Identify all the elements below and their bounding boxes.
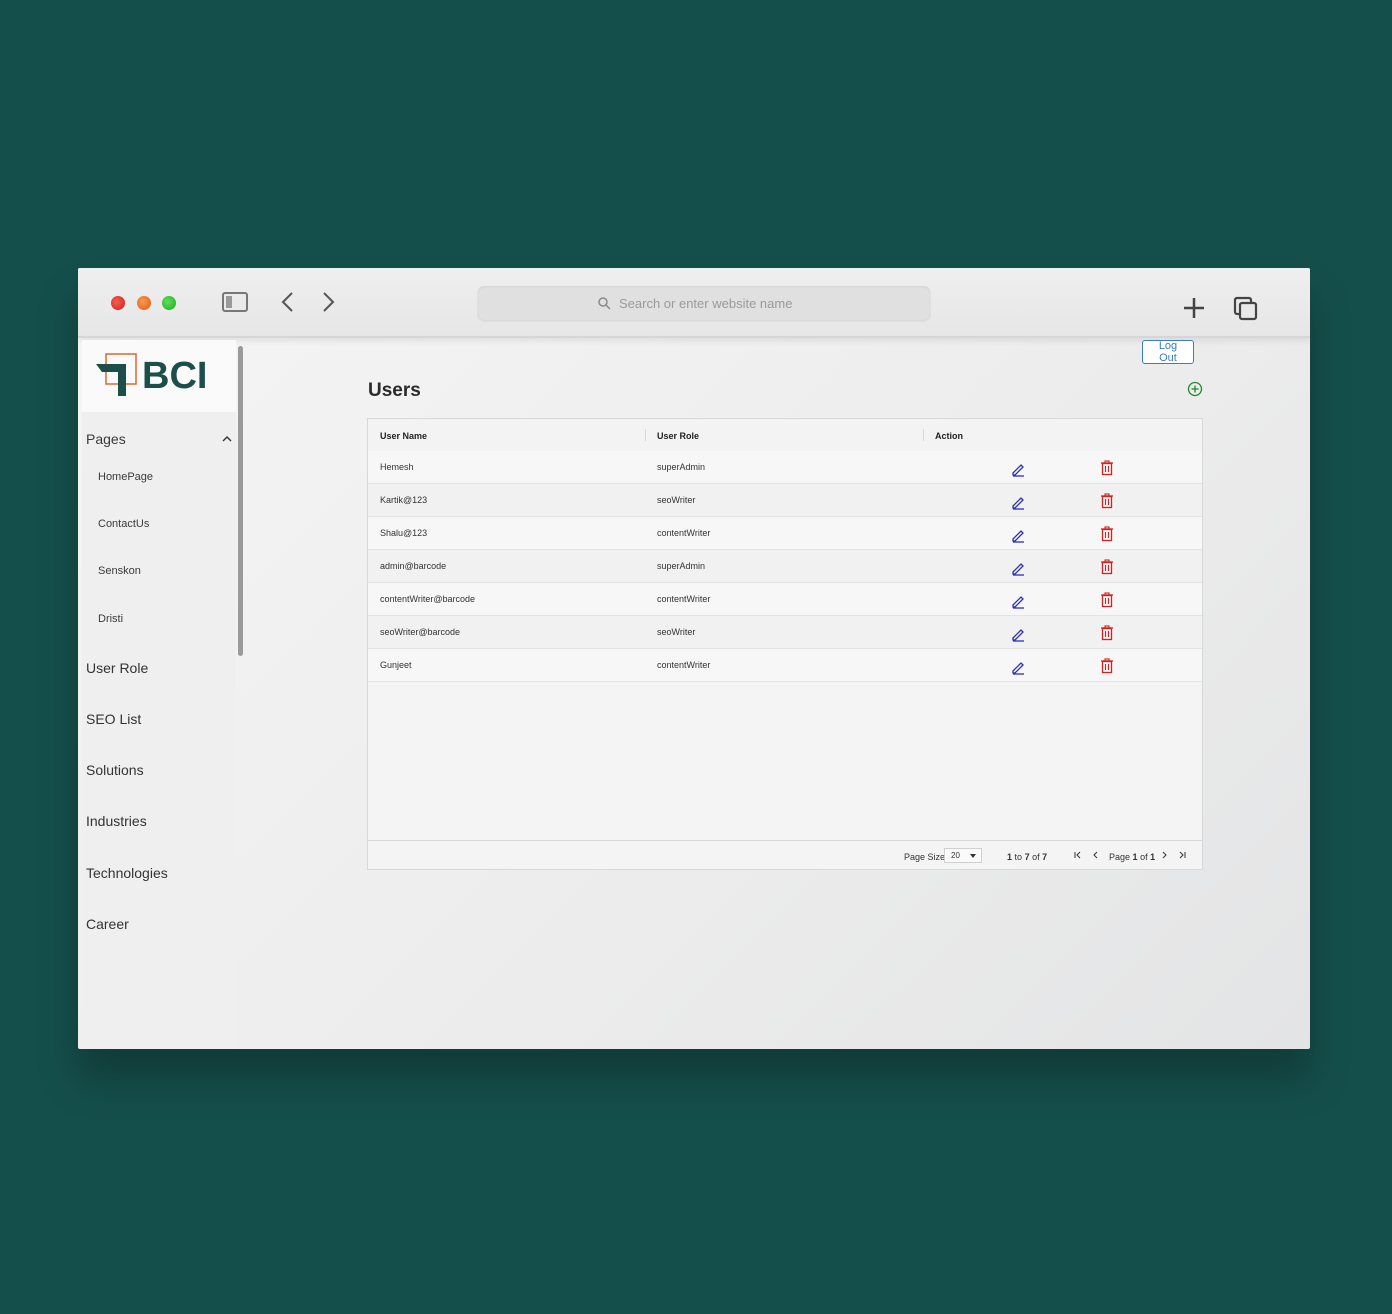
trash-icon[interactable] [1100,493,1114,509]
sidebar-item-dristi[interactable]: Dristi [98,613,123,625]
table-row[interactable]: seoWriter@barcode seoWriter [368,616,1202,649]
minimize-window-button[interactable] [137,296,151,310]
previous-page-icon[interactable] [1092,851,1100,859]
search-input[interactable] [617,294,811,312]
cell-user-role: superAdmin [657,561,706,571]
forward-arrow-icon[interactable] [318,290,338,314]
sidebar-item-homepage[interactable]: HomePage [98,471,153,483]
cell-user-role: seoWriter [657,627,696,637]
range-from: 1 [1007,852,1013,862]
cell-user-role: contentWriter [657,660,711,670]
page-of-label: of [1140,852,1148,862]
cell-user-role: contentWriter [657,528,711,538]
table-pagination: Page Size: 20 1 to 7 of 7 Page 1 of 1 [368,840,1202,871]
last-page-icon[interactable] [1178,851,1186,859]
maximize-window-button[interactable] [162,296,176,310]
page-title: Users [368,380,421,401]
cell-user-name: Shalu@123 [380,528,428,538]
pencil-icon[interactable] [1010,593,1026,609]
search-icon [598,297,611,310]
range-to-label: to [1014,852,1023,862]
logout-button[interactable]: Log Out [1142,340,1194,364]
sidebar-group-label: Pages [86,431,126,447]
address-bar[interactable] [478,286,930,320]
table-header: User Name User Role Action [368,419,1202,452]
column-header-action[interactable]: Action [935,431,963,441]
page-label: Page [1109,852,1131,862]
next-page-icon[interactable] [1160,851,1168,859]
pencil-icon[interactable] [1010,560,1026,576]
brand-logo[interactable]: BCI [82,340,236,412]
sidebar-scrollbar[interactable] [236,340,244,1049]
cell-user-name: Hemesh [380,462,414,472]
page-size-value: 20 [951,851,960,860]
sidebar-item-career[interactable]: Career [86,916,129,932]
browser-toolbar [78,268,1310,338]
trash-icon[interactable] [1100,592,1114,608]
back-arrow-icon[interactable] [278,290,298,314]
column-header-user-role[interactable]: User Role [657,431,699,441]
trash-icon[interactable] [1100,460,1114,476]
page-total: 1 [1150,852,1156,862]
new-tab-icon[interactable] [1182,296,1206,320]
trash-icon[interactable] [1100,658,1114,674]
first-page-icon[interactable] [1074,851,1082,859]
column-separator [923,429,924,441]
sidebar-item-user-role[interactable]: User Role [86,660,148,676]
trash-icon[interactable] [1100,625,1114,641]
sidebar-group-pages[interactable]: Pages [86,428,232,450]
add-user-icon[interactable] [1187,381,1203,397]
cell-user-name: Gunjeet [380,660,412,670]
column-separator [645,429,646,441]
table-row[interactable]: Shalu@123 contentWriter [368,517,1202,550]
page-current: 1 [1132,852,1138,862]
tabs-overview-icon[interactable] [1233,296,1259,322]
sidebar-item-senskon[interactable]: Senskon [98,565,141,577]
pencil-icon[interactable] [1010,626,1026,642]
range-of-label: of [1032,852,1040,862]
cell-user-name: Kartik@123 [380,495,428,505]
pencil-icon[interactable] [1010,527,1026,543]
sidebar-item-solutions[interactable]: Solutions [86,762,144,778]
pencil-icon[interactable] [1010,494,1026,510]
column-header-user-name[interactable]: User Name [380,431,427,441]
pencil-icon[interactable] [1010,659,1026,675]
cell-user-role: contentWriter [657,594,711,604]
logo-text: BCI [142,355,207,397]
scrollbar-thumb[interactable] [238,346,243,656]
range-to: 7 [1024,852,1030,862]
table-row[interactable]: Hemesh superAdmin [368,451,1202,484]
row-range-text: 1 to 7 of 7 [1007,852,1047,862]
table-row[interactable]: admin@barcode superAdmin [368,550,1202,583]
page-indicator-text: Page 1 of 1 [1109,852,1155,862]
range-total: 7 [1042,852,1048,862]
chevron-up-icon [222,436,232,442]
page-size-label: Page Size: [904,852,948,862]
cell-user-role: seoWriter [657,495,696,505]
bci-logo-icon: BCI [96,353,207,397]
cell-user-role: superAdmin [657,462,706,472]
sidebar-item-technologies[interactable]: Technologies [86,865,168,881]
browser-window: BCI Pages HomePage ContactUs Senskon Dri… [78,268,1310,1049]
table-row[interactable]: Kartik@123 seoWriter [368,484,1202,517]
users-table: User Name User Role Action Hemesh superAd… [367,418,1203,870]
trash-icon[interactable] [1100,526,1114,542]
cell-user-name: seoWriter@barcode [380,627,461,637]
close-window-button[interactable] [111,296,125,310]
cell-user-name: admin@barcode [380,561,447,571]
sidebar-item-seo-list[interactable]: SEO List [86,711,141,727]
sidebar-toggle-icon[interactable] [222,292,248,312]
sidebar: BCI Pages HomePage ContactUs Senskon Dri… [82,340,236,1049]
table-row[interactable]: Gunjeet contentWriter [368,649,1202,682]
sidebar-item-contactus[interactable]: ContactUs [98,518,149,530]
sidebar-item-industries[interactable]: Industries [86,813,147,829]
page-size-select[interactable]: 20 [944,848,982,863]
table-row[interactable]: contentWriter@barcode contentWriter [368,583,1202,616]
trash-icon[interactable] [1100,559,1114,575]
cell-user-name: contentWriter@barcode [380,594,476,604]
pencil-icon[interactable] [1010,461,1026,477]
